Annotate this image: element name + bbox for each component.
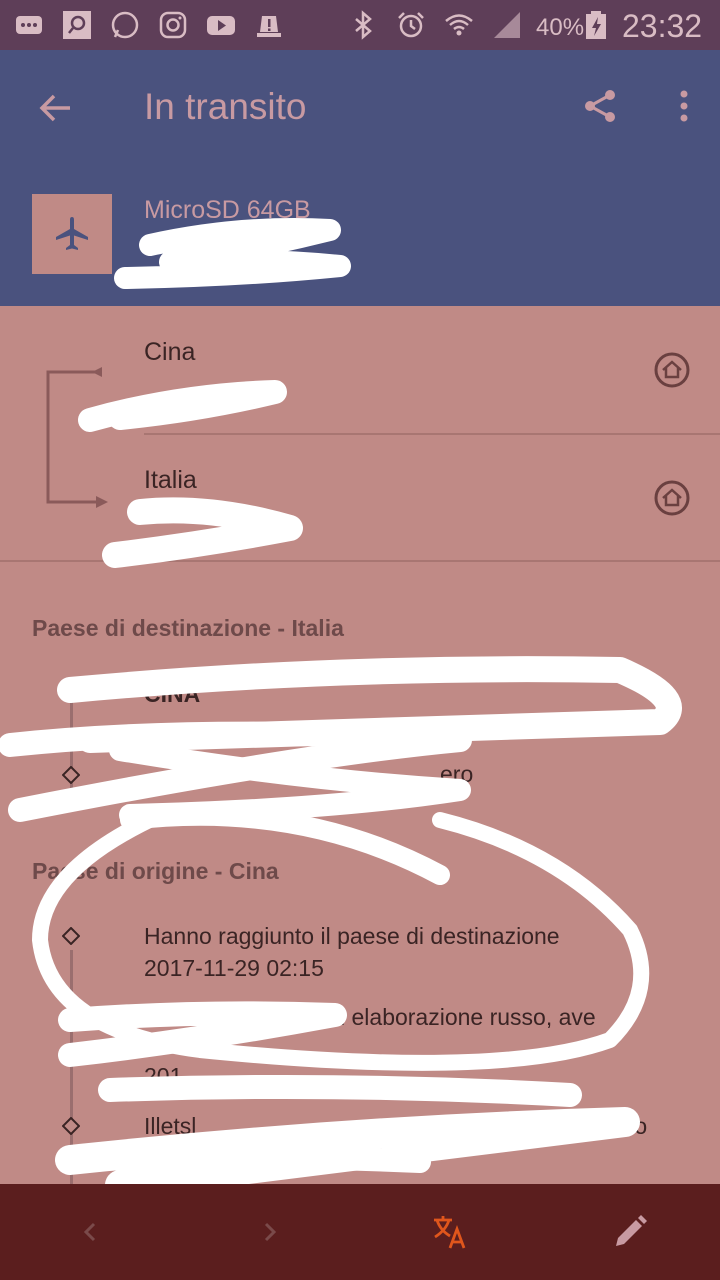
notification-icon bbox=[16, 16, 42, 34]
diamond-icon bbox=[62, 1008, 80, 1026]
diamond-icon bbox=[62, 927, 80, 945]
diamond-icon bbox=[62, 1117, 80, 1135]
route-section: Cina Italia bbox=[0, 306, 720, 562]
origin-country: Cina bbox=[144, 338, 196, 366]
app-bar: In transito MicroSD 64GB bbox=[0, 50, 720, 306]
battery-percentage: 40% bbox=[536, 14, 585, 41]
destination-country: Italia bbox=[144, 466, 197, 494]
destination-home-icon[interactable] bbox=[652, 478, 692, 518]
edit-pencil-icon[interactable] bbox=[610, 1212, 650, 1252]
event-text: CINA bbox=[144, 681, 201, 707]
origin-section-title: Paese di origine - Cina bbox=[32, 858, 279, 884]
item-name: MicroSD 64GB bbox=[144, 196, 311, 224]
destination-section-title: Paese di destinazione - Italia bbox=[32, 615, 344, 641]
alert-icon bbox=[257, 16, 281, 37]
bluetooth-icon bbox=[355, 10, 372, 40]
chevron-left-icon[interactable] bbox=[70, 1212, 110, 1252]
chevron-right-icon[interactable] bbox=[250, 1212, 290, 1252]
section-divider bbox=[0, 560, 720, 562]
instagram-icon bbox=[159, 11, 187, 39]
event-text-tail: to bbox=[628, 1113, 648, 1139]
page-title: In transito bbox=[144, 86, 307, 127]
item-thumbnail bbox=[32, 194, 112, 274]
clock: 23:32 bbox=[622, 8, 703, 44]
route-divider bbox=[144, 433, 720, 435]
route-bracket bbox=[46, 367, 108, 508]
alarm-icon bbox=[398, 12, 424, 38]
bottom-bar bbox=[0, 1184, 720, 1280]
timeline-line bbox=[70, 950, 73, 1184]
airplane-icon bbox=[56, 217, 88, 250]
status-bar: 40% 23:32 bbox=[0, 0, 720, 50]
whatsapp-icon bbox=[111, 11, 139, 39]
event-text: Hanno raggiunto il paese di destinazione bbox=[144, 923, 560, 949]
youtube-icon bbox=[207, 16, 235, 35]
event-timestamp: 2017-11-29 02:15 bbox=[144, 955, 324, 981]
event-timestamp: 201 bbox=[144, 1063, 183, 1089]
battery-icon bbox=[586, 11, 606, 39]
more-options-icon[interactable] bbox=[664, 86, 704, 126]
back-arrow-icon[interactable] bbox=[36, 88, 76, 128]
diamond-icon bbox=[62, 766, 80, 784]
signal-icon bbox=[494, 12, 520, 38]
event-text: Illetsl bbox=[144, 1113, 197, 1139]
origin-home-icon[interactable] bbox=[652, 350, 692, 390]
share-icon[interactable] bbox=[580, 86, 620, 126]
event-text: ero bbox=[440, 761, 474, 787]
event-text: i elaborazione russo, ave bbox=[340, 1004, 596, 1030]
timeline-line bbox=[70, 700, 73, 810]
search-app-icon bbox=[63, 11, 91, 39]
translate-icon[interactable] bbox=[430, 1212, 470, 1252]
wifi-icon bbox=[445, 14, 473, 36]
